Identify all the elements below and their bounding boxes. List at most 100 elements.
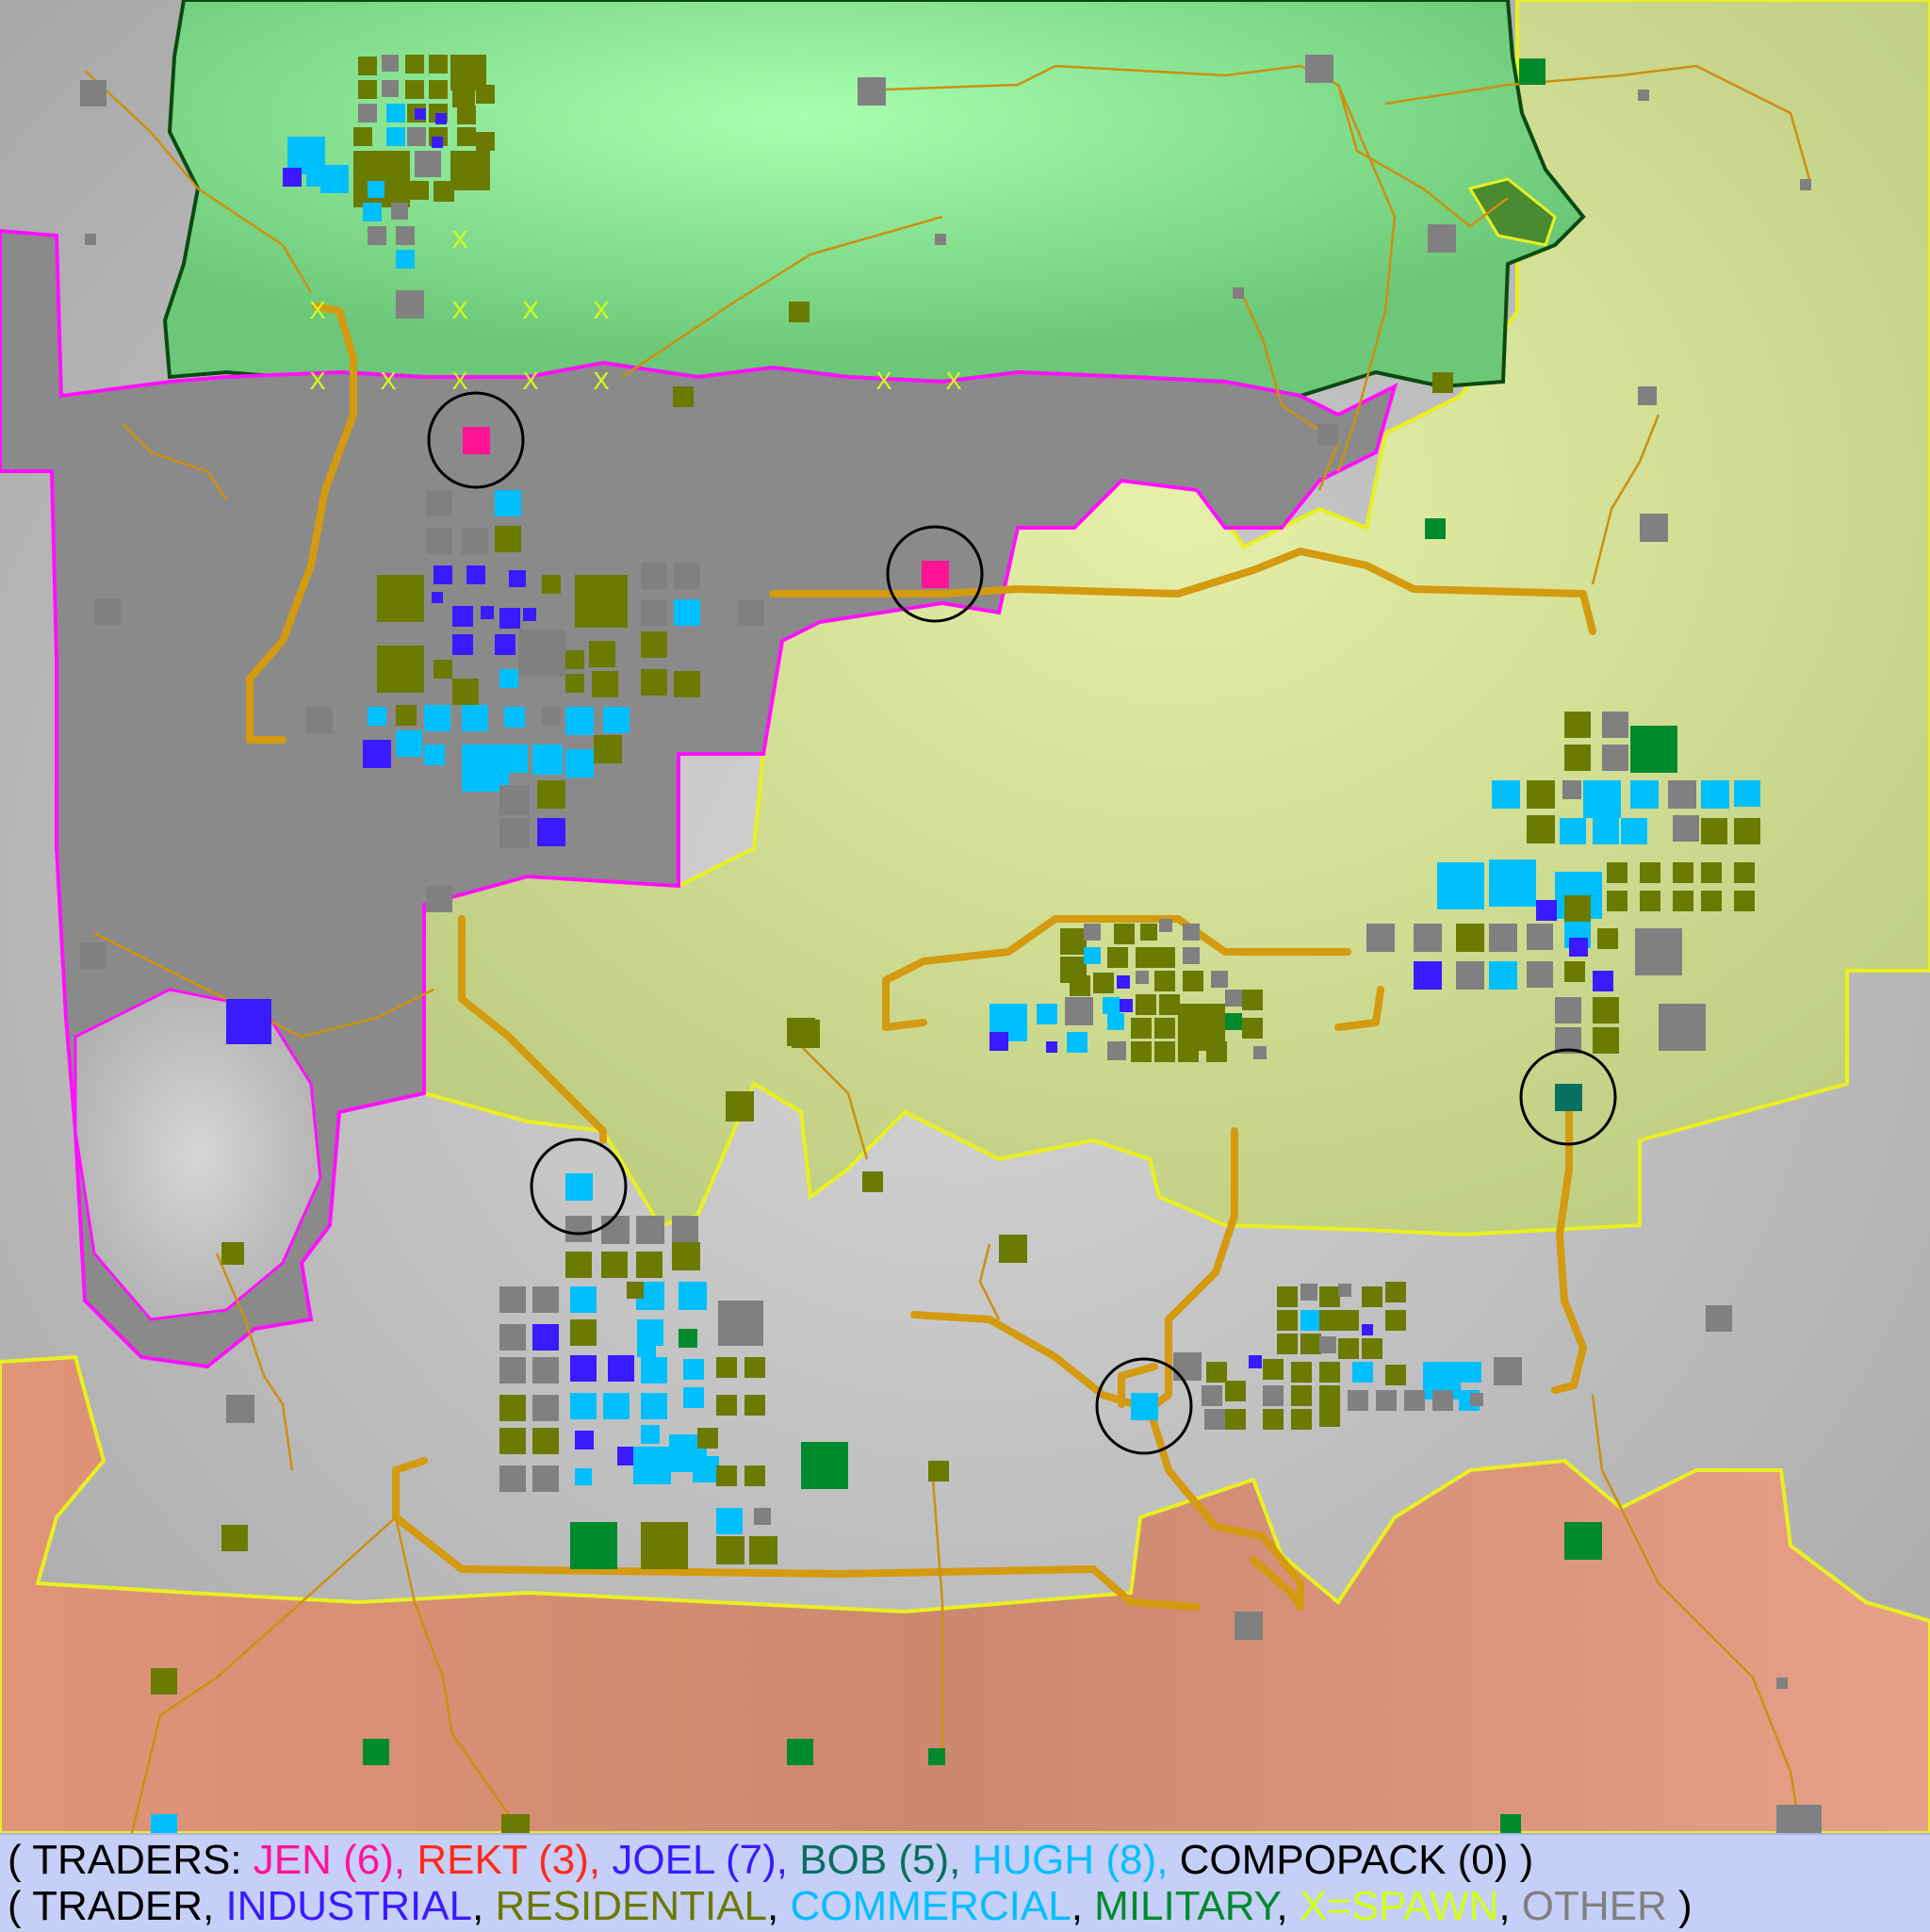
other-poi[interactable]	[382, 55, 399, 72]
residential-poi[interactable]	[151, 1668, 177, 1695]
other-poi[interactable]	[718, 1301, 763, 1346]
other-poi[interactable]	[1338, 1284, 1351, 1297]
industrial-poi[interactable]	[608, 1355, 634, 1382]
industrial-poi[interactable]	[499, 608, 520, 629]
other-poi[interactable]	[1107, 1041, 1126, 1060]
residential-poi[interactable]	[601, 1252, 628, 1278]
residential-poi[interactable]	[1564, 745, 1591, 771]
other-poi[interactable]	[1638, 90, 1649, 101]
residential-poi[interactable]	[476, 85, 495, 104]
residential-poi[interactable]	[565, 1252, 592, 1278]
military-poi[interactable]	[1425, 518, 1446, 539]
residential-poi[interactable]	[1673, 891, 1693, 911]
military-poi[interactable]	[1225, 1013, 1242, 1030]
industrial-poi[interactable]	[495, 634, 515, 655]
other-poi[interactable]	[80, 942, 106, 969]
residential-poi[interactable]	[1319, 1362, 1340, 1383]
other-poi[interactable]	[1084, 924, 1101, 941]
other-poi[interactable]	[1602, 712, 1628, 738]
other-poi[interactable]	[1376, 1390, 1397, 1411]
residential-poi[interactable]	[452, 85, 475, 107]
other-poi[interactable]	[407, 127, 426, 146]
commercial-poi[interactable]	[396, 250, 415, 269]
residential-poi[interactable]	[744, 1465, 765, 1486]
other-poi[interactable]	[1300, 1284, 1317, 1301]
industrial-poi[interactable]	[435, 113, 447, 124]
commercial-poi[interactable]	[532, 745, 563, 775]
military-poi[interactable]	[787, 1739, 813, 1765]
residential-poi[interactable]	[537, 780, 565, 809]
other-poi[interactable]	[462, 528, 488, 554]
residential-poi[interactable]	[716, 1357, 737, 1378]
residential-poi[interactable]	[1225, 1381, 1246, 1401]
commercial-poi[interactable]	[1084, 947, 1101, 964]
residential-poi[interactable]	[1362, 1338, 1382, 1359]
residential-poi[interactable]	[1300, 1334, 1321, 1354]
residential-poi[interactable]	[999, 1235, 1027, 1263]
commercial-poi[interactable]	[495, 490, 521, 516]
residential-poi[interactable]	[1154, 947, 1175, 968]
residential-poi[interactable]	[1242, 1018, 1263, 1039]
residential-poi[interactable]	[457, 127, 476, 146]
commercial-poi[interactable]	[1352, 1362, 1373, 1383]
other-poi[interactable]	[1183, 947, 1200, 964]
commercial-poi[interactable]	[1037, 1004, 1057, 1024]
other-poi[interactable]	[1527, 961, 1553, 988]
other-poi[interactable]	[1263, 1385, 1284, 1406]
commercial-poi[interactable]	[603, 707, 630, 733]
commercial-poi[interactable]	[368, 181, 384, 198]
residential-poi[interactable]	[452, 679, 479, 705]
other-poi[interactable]	[1489, 924, 1517, 952]
residential-poi[interactable]	[928, 1461, 949, 1482]
other-poi[interactable]	[1470, 1393, 1483, 1406]
commercial-poi[interactable]	[396, 730, 422, 757]
other-poi[interactable]	[1065, 997, 1093, 1025]
other-poi[interactable]	[1706, 1305, 1732, 1332]
residential-poi[interactable]	[674, 671, 700, 697]
residential-poi[interactable]	[1154, 971, 1175, 991]
military-poi[interactable]	[801, 1442, 848, 1489]
other-poi[interactable]	[382, 80, 399, 97]
other-poi[interactable]	[1253, 1046, 1267, 1059]
commercial-poi[interactable]	[1621, 818, 1647, 844]
commercial-poi[interactable]	[499, 745, 528, 773]
commercial-poi[interactable]	[637, 1338, 656, 1357]
other-poi[interactable]	[674, 563, 700, 589]
residential-poi[interactable]	[1385, 1282, 1406, 1302]
industrial-poi[interactable]	[452, 634, 473, 655]
residential-poi[interactable]	[1277, 1286, 1298, 1307]
other-poi[interactable]	[1776, 1805, 1822, 1833]
industrial-poi[interactable]	[1120, 999, 1133, 1012]
residential-poi[interactable]	[749, 1536, 777, 1564]
commercial-poi[interactable]	[499, 669, 518, 688]
commercial-poi[interactable]	[603, 1393, 630, 1419]
commercial-poi[interactable]	[1489, 860, 1536, 907]
residential-poi[interactable]	[1734, 818, 1760, 844]
industrial-poi[interactable]	[537, 818, 565, 846]
commercial-poi[interactable]	[386, 104, 405, 123]
residential-poi[interactable]	[377, 646, 424, 693]
residential-poi[interactable]	[499, 1428, 526, 1454]
other-poi[interactable]	[358, 104, 377, 123]
industrial-poi[interactable]	[1362, 1324, 1373, 1335]
commercial-poi[interactable]	[1583, 780, 1621, 818]
other-poi[interactable]	[1659, 1004, 1706, 1051]
residential-poi[interactable]	[542, 575, 561, 594]
other-poi[interactable]	[499, 785, 530, 815]
commercial-poi[interactable]	[679, 1282, 707, 1310]
residential-poi[interactable]	[353, 127, 372, 146]
industrial-poi[interactable]	[575, 1431, 594, 1449]
residential-poi[interactable]	[1564, 712, 1591, 738]
industrial-poi[interactable]	[509, 570, 526, 587]
other-poi[interactable]	[396, 290, 424, 319]
other-poi[interactable]	[368, 226, 386, 245]
residential-poi[interactable]	[1107, 947, 1128, 968]
other-poi[interactable]	[1456, 961, 1484, 990]
residential-poi[interactable]	[1527, 815, 1555, 843]
residential-poi[interactable]	[1154, 1041, 1175, 1062]
residential-poi[interactable]	[433, 660, 452, 679]
other-poi[interactable]	[565, 1216, 592, 1242]
residential-poi[interactable]	[429, 55, 448, 74]
industrial-poi[interactable]	[1046, 1041, 1057, 1053]
residential-poi[interactable]	[429, 80, 448, 99]
